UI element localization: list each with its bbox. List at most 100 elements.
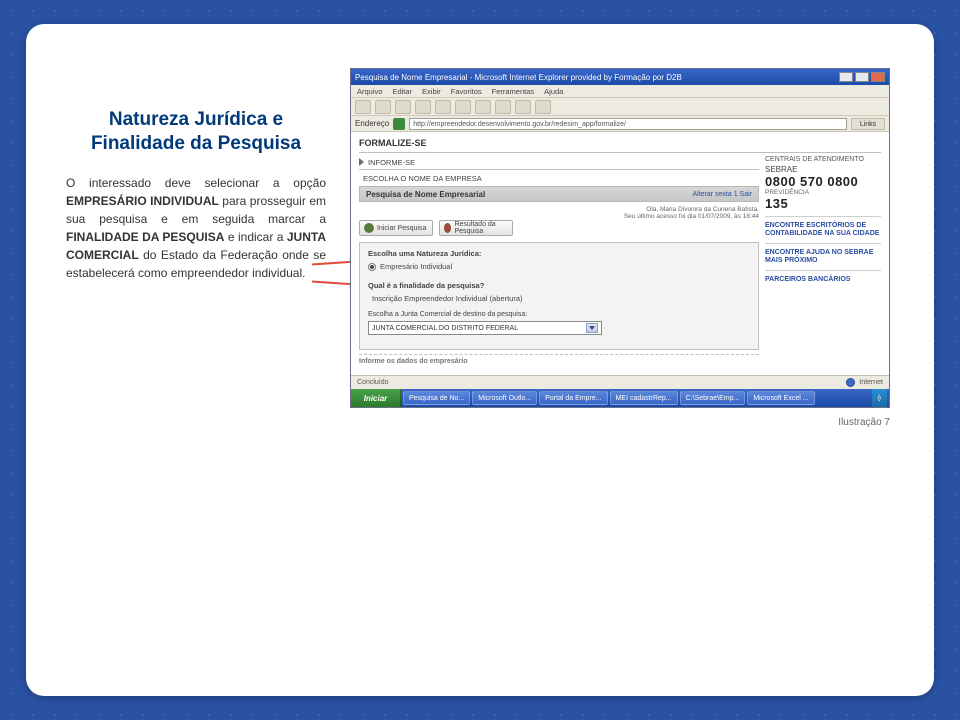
section-title: Natureza Jurídica e Finalidade da Pesqui… [66,108,326,156]
mail-button[interactable] [515,100,531,114]
next-section-label: Informe os dados do empresário [359,358,468,365]
content-row: Natureza Jurídica e Finalidade da Pesqui… [66,68,894,408]
taskbar-item[interactable]: Portal da Empre... [539,391,607,405]
menu-item[interactable]: Exibir [422,87,441,96]
sidebar-brand: SEBRAE [765,165,881,174]
body-paragraph: O interessado deve selecionar a opção EM… [66,174,326,282]
menu-item[interactable]: Favoritos [451,87,482,96]
tray-icon: ⟠ [878,394,881,402]
address-bar: Endereço http://empreendedor.desenvolvim… [351,116,889,132]
links-button[interactable]: Links [851,118,885,130]
sidebar-phone: 0800 570 0800 [765,174,881,189]
previdencia-label: PREVIDÊNCIA [765,189,881,196]
radio-icon [368,263,376,271]
address-label: Endereço [355,119,389,128]
taskbar-item[interactable]: Pesquisa de No... [403,391,470,405]
sidebar-link-bancos[interactable]: PARCEIROS BANCÁRIOS [765,276,881,284]
status-right: Internet [846,378,883,387]
dashed-divider [359,354,759,355]
select-value: JUNTA COMERCIAL DO DISTRITO FEDERAL [372,325,518,332]
forward-button[interactable] [375,100,391,114]
btn-label: Iniciar Pesquisa [377,225,426,232]
radio-finalidade[interactable]: Inscrição Empreendedor Individual (abert… [368,294,750,303]
divider [765,216,881,217]
menu-item[interactable]: Ferramentas [492,87,535,96]
taskbar-item[interactable]: C:\Sebrae\Emp... [680,391,746,405]
step-informe[interactable]: INFORME-SE [359,156,759,168]
body-text-part: e indicar a [224,230,286,244]
info-sidebar: CENTRAIS DE ATENDIMENTO SEBRAE 0800 570 … [765,156,881,284]
history-button[interactable] [495,100,511,114]
label-junta: Escolha a Junta Comercial de destino da … [368,311,750,318]
stop-button[interactable] [395,100,411,114]
divider [765,270,881,271]
junta-select-wrap: Escolha a Junta Comercial de destino da … [368,311,750,335]
close-button[interactable] [871,72,885,82]
status-left: Concluído [357,379,389,386]
internet-zone-icon [846,378,855,387]
divider [359,169,759,170]
sidebar-link-sebrae[interactable]: ENCONTRE AJUDA NO SEBRAE MAIS PRÓXIMO [765,249,881,265]
tab-buttons: Iniciar Pesquisa Resultado da Pesquisa [359,220,513,236]
result-icon [444,223,451,233]
text-column: Natureza Jurídica e Finalidade da Pesqui… [66,68,326,282]
chevron-down-icon [586,323,598,333]
search-button[interactable] [455,100,471,114]
taskbar-item[interactable]: Microsoft Excel ... [747,391,814,405]
step-label: INFORME-SE [368,158,415,167]
page-card: Natureza Jurídica e Finalidade da Pesqui… [26,24,934,696]
resultado-pesquisa-button[interactable]: Resultado da Pesquisa [439,220,513,236]
favorites-button[interactable] [475,100,491,114]
band-title: Pesquisa de Nome Empresarial [366,190,485,199]
menu-item[interactable]: Arquivo [357,87,382,96]
page-heading-formalize: FORMALIZE-SE [359,138,427,148]
section-band: Pesquisa de Nome Empresarial Alterar sex… [359,186,759,202]
divider [765,243,881,244]
menu-item[interactable]: Editar [392,87,412,96]
step-nome[interactable]: ESCOLHA O NOME DA EMPRESA [359,172,759,184]
figure-caption: Ilustração 7 [838,417,890,428]
body-text-part: O interessado deve selecionar a opção [66,176,326,190]
window-title: Pesquisa de Nome Empresarial - Microsoft… [355,73,682,82]
radio-label: Inscrição Empreendedor Individual (abert… [372,294,523,303]
back-button[interactable] [355,100,371,114]
junta-select[interactable]: JUNTA COMERCIAL DO DISTRITO FEDERAL [368,321,602,335]
taskbar-item[interactable]: Microsoft Outlo... [472,391,537,405]
user-meta: Olá, Maria Divonira da Cunena Batista. S… [359,206,759,220]
menu-bar: Arquivo Editar Exibir Favoritos Ferramen… [351,85,889,98]
taskbar: Iniciar Pesquisa de No... Microsoft Outl… [351,389,889,407]
go-icon[interactable] [393,118,405,130]
bold-empresario: EMPRESÁRIO INDIVIDUAL [66,194,219,208]
minimize-button[interactable] [839,72,853,82]
radio-natureza[interactable]: Empresário Individual [368,262,750,271]
radio-label: Empresário Individual [380,262,452,271]
previdencia-number: 135 [765,196,881,211]
chevron-right-icon [359,158,364,166]
nav-toolbar [351,98,889,116]
label-finalidade: Qual é a finalidade da pesquisa? [368,281,750,290]
url-field[interactable]: http://empreendedor.desenvolvimento.gov.… [409,118,847,130]
menu-item[interactable]: Ajuda [544,87,563,96]
system-tray[interactable]: ⟠ [872,389,887,407]
home-button[interactable] [435,100,451,114]
divider [359,152,881,153]
label-natureza: Escolha uma Natureza Jurídica: [368,249,750,258]
play-icon [364,223,374,233]
refresh-button[interactable] [415,100,431,114]
sidebar-link-contabilidade[interactable]: ENCONTRE ESCRITÓRIOS DE CONTABILIDADE NA… [765,222,881,238]
print-button[interactable] [535,100,551,114]
taskbar-item[interactable]: MEI cadastrRep... [610,391,678,405]
screenshot-figure: Pesquisa de Nome Empresarial - Microsoft… [350,68,890,408]
status-bar: Concluído Internet [351,375,889,389]
band-right[interactable]: Alterar sexta 1 Sair [692,191,752,198]
status-right-text: Internet [859,379,883,386]
window-titlebar: Pesquisa de Nome Empresarial - Microsoft… [351,69,889,85]
maximize-button[interactable] [855,72,869,82]
start-button[interactable]: Iniciar [351,389,401,407]
bold-finalidade: FINALIDADE DA PESQUISA [66,230,224,244]
iniciar-pesquisa-button[interactable]: Iniciar Pesquisa [359,220,433,236]
step-label: ESCOLHA O NOME DA EMPRESA [363,174,482,183]
btn-label: Resultado da Pesquisa [454,221,508,235]
window-buttons [839,72,885,82]
page-body: FORMALIZE-SE INFORME-SE ESCOLHA O NOME D… [351,132,889,387]
